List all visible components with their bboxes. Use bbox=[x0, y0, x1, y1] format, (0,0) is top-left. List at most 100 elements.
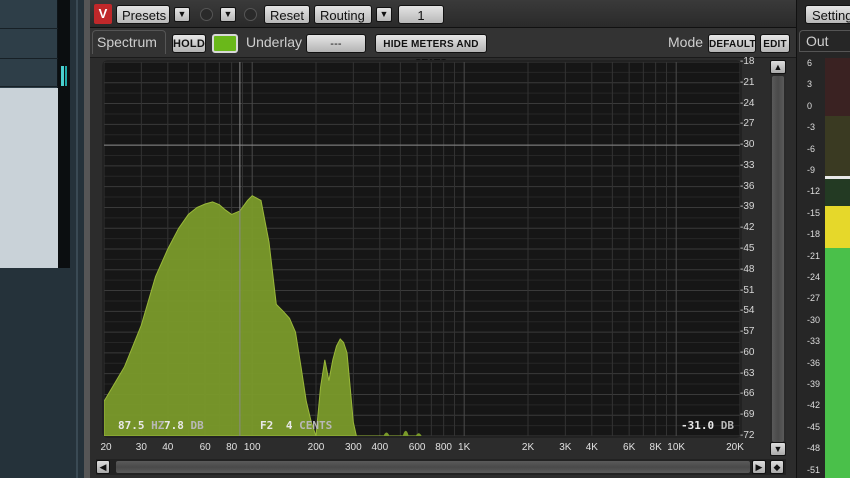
db-tick-label: -66 bbox=[740, 388, 755, 400]
horizontal-scrollbar[interactable]: ◀ ▶ ◆ bbox=[96, 459, 786, 475]
db-tick-label: -39 bbox=[740, 201, 755, 213]
db-tick-label: -45 bbox=[740, 243, 755, 254]
freq-tick-label: 10K bbox=[667, 442, 686, 453]
underlay-select[interactable]: --- bbox=[306, 34, 366, 53]
spectrum-svg bbox=[104, 62, 740, 436]
db-tick-label: -69 bbox=[740, 409, 755, 421]
output-tick-label: -42 bbox=[807, 400, 821, 411]
db-tick-label: -42 bbox=[740, 222, 755, 234]
vertical-scroll-thumb[interactable] bbox=[772, 76, 784, 442]
spectrum-residual-peak bbox=[415, 433, 422, 436]
db-tick-label: -54 bbox=[740, 305, 755, 317]
freq-tick-label: 800 bbox=[435, 442, 452, 453]
hold-color-swatch[interactable] bbox=[212, 34, 238, 53]
reset-button[interactable]: Reset bbox=[264, 5, 310, 24]
meter-level-green bbox=[825, 248, 850, 478]
db-tick-label: -60 bbox=[740, 346, 755, 358]
meter-level-yellow bbox=[825, 206, 850, 248]
presets-label: Presets bbox=[122, 8, 167, 23]
freq-tick-label: 2K bbox=[521, 442, 535, 453]
presets-button[interactable]: Presets bbox=[116, 5, 170, 24]
output-tick-label: -6 bbox=[807, 143, 816, 154]
out-tab[interactable]: Out bbox=[799, 30, 850, 52]
output-tick-label: -3 bbox=[807, 122, 816, 133]
db-tick-label: -63 bbox=[740, 367, 755, 379]
level-readout: -31.0 DB bbox=[681, 419, 734, 432]
scroll-up-icon[interactable]: ▲ bbox=[770, 60, 786, 74]
output-tick-label: -30 bbox=[807, 314, 821, 325]
meter-clip-zone bbox=[825, 58, 850, 116]
track-lower-panel bbox=[0, 88, 58, 268]
output-tick-label: -33 bbox=[807, 336, 821, 347]
freq-readout: 87.5 HZ bbox=[118, 419, 164, 432]
routing-label: Routing bbox=[320, 8, 365, 23]
scroll-down-icon[interactable]: ▼ bbox=[770, 442, 786, 456]
zoom-reset-icon[interactable]: ◆ bbox=[770, 460, 784, 474]
output-tick-label: 3 bbox=[807, 79, 813, 90]
db-tick-label: -36 bbox=[740, 180, 755, 192]
hold-button[interactable]: HOLD bbox=[172, 34, 206, 53]
db-tick-label: -27 bbox=[740, 118, 755, 130]
db-readout: 7.8 DB bbox=[164, 419, 204, 432]
freq-tick-label: 3K bbox=[559, 442, 572, 453]
db-tick-label: -18 bbox=[740, 56, 755, 67]
spectrum-area-series bbox=[104, 195, 418, 436]
mode-select[interactable]: DEFAULT bbox=[708, 34, 756, 53]
meter-headroom-zone bbox=[825, 178, 850, 206]
output-tick-label: -21 bbox=[807, 250, 821, 261]
scroll-right-icon[interactable]: ▶ bbox=[752, 460, 766, 474]
freq-tick-label: 1K bbox=[458, 442, 471, 453]
track-meter-bar bbox=[65, 66, 67, 86]
undo-icon[interactable] bbox=[200, 8, 213, 21]
output-tick-label: 6 bbox=[807, 58, 813, 68]
cents-readout-value: 4 bbox=[285, 419, 293, 432]
routing-dropdown-icon[interactable]: ▼ bbox=[376, 7, 392, 22]
horizontal-scroll-thumb[interactable] bbox=[116, 461, 750, 473]
spectrum-options-bar: Spectrum HOLD Underlay --- HIDE METERS A… bbox=[90, 28, 796, 69]
edit-button[interactable]: EDIT bbox=[760, 34, 790, 53]
db-readout-value: 7.8 bbox=[164, 419, 184, 432]
freq-tick-label: 300 bbox=[344, 442, 362, 453]
output-tick-label: -51 bbox=[807, 464, 821, 475]
meter-peak-marker bbox=[825, 176, 850, 179]
output-tick-label: -24 bbox=[807, 272, 821, 282]
output-tick-label: -12 bbox=[807, 186, 821, 197]
redo-icon[interactable] bbox=[244, 8, 257, 21]
output-tick-label: -45 bbox=[807, 421, 821, 432]
db-tick-label: -33 bbox=[740, 159, 755, 171]
settings-button[interactable]: Settings bbox=[805, 5, 850, 24]
scroll-left-icon[interactable]: ◀ bbox=[96, 460, 110, 474]
level-readout-value: -31.0 bbox=[681, 419, 715, 432]
hide-meters-button[interactable]: HIDE METERS AND STATS bbox=[375, 34, 487, 69]
routing-channel-field[interactable]: 1 bbox=[398, 5, 444, 24]
vertical-scrollbar[interactable]: ▲ ▼ bbox=[770, 60, 786, 456]
daw-side-strip bbox=[0, 0, 90, 478]
output-tick-label: -9 bbox=[807, 165, 816, 175]
output-tick-label: -18 bbox=[807, 229, 821, 240]
freq-tick-label: 200 bbox=[307, 442, 325, 453]
spectrum-plot[interactable]: 87.5 HZ 7.8 DB F2 4 CENTS -31.0 DB bbox=[104, 62, 740, 436]
freq-readout-unit: HZ bbox=[151, 419, 165, 432]
freq-tick-label: 100 bbox=[243, 442, 261, 453]
spectrum-residual-peak bbox=[383, 432, 390, 436]
freq-tick-label: 20K bbox=[726, 442, 744, 453]
db-tick-label: -57 bbox=[740, 326, 755, 338]
meter-warning-zone bbox=[825, 116, 850, 178]
freq-tick-label: 40 bbox=[162, 442, 174, 453]
routing-button[interactable]: Routing bbox=[314, 5, 372, 24]
output-meter-panel: Settings Out 6 3 0 -3 -6 -9 -12 -15 -18 -21 -24 -27… bbox=[796, 0, 850, 478]
level-readout-unit: DB bbox=[720, 419, 734, 432]
vendor-logo-icon: V bbox=[94, 4, 112, 24]
track-meter-column bbox=[58, 0, 70, 268]
presets-dropdown-icon[interactable]: ▼ bbox=[174, 7, 190, 22]
cents-readout-unit: CENTS bbox=[299, 419, 333, 432]
freq-readout-value: 87.5 bbox=[118, 419, 145, 432]
freq-tick-label: 400 bbox=[371, 442, 389, 453]
output-tick-label: 0 bbox=[807, 100, 813, 111]
preset-menu-icon[interactable]: ▼ bbox=[220, 7, 236, 22]
freq-tick-label: 6K bbox=[623, 442, 636, 453]
db-tick-label: -30 bbox=[740, 139, 755, 151]
output-tick-label: -36 bbox=[807, 357, 821, 368]
db-tick-label: -24 bbox=[740, 97, 755, 109]
note-readout-value: F2 bbox=[260, 419, 274, 432]
